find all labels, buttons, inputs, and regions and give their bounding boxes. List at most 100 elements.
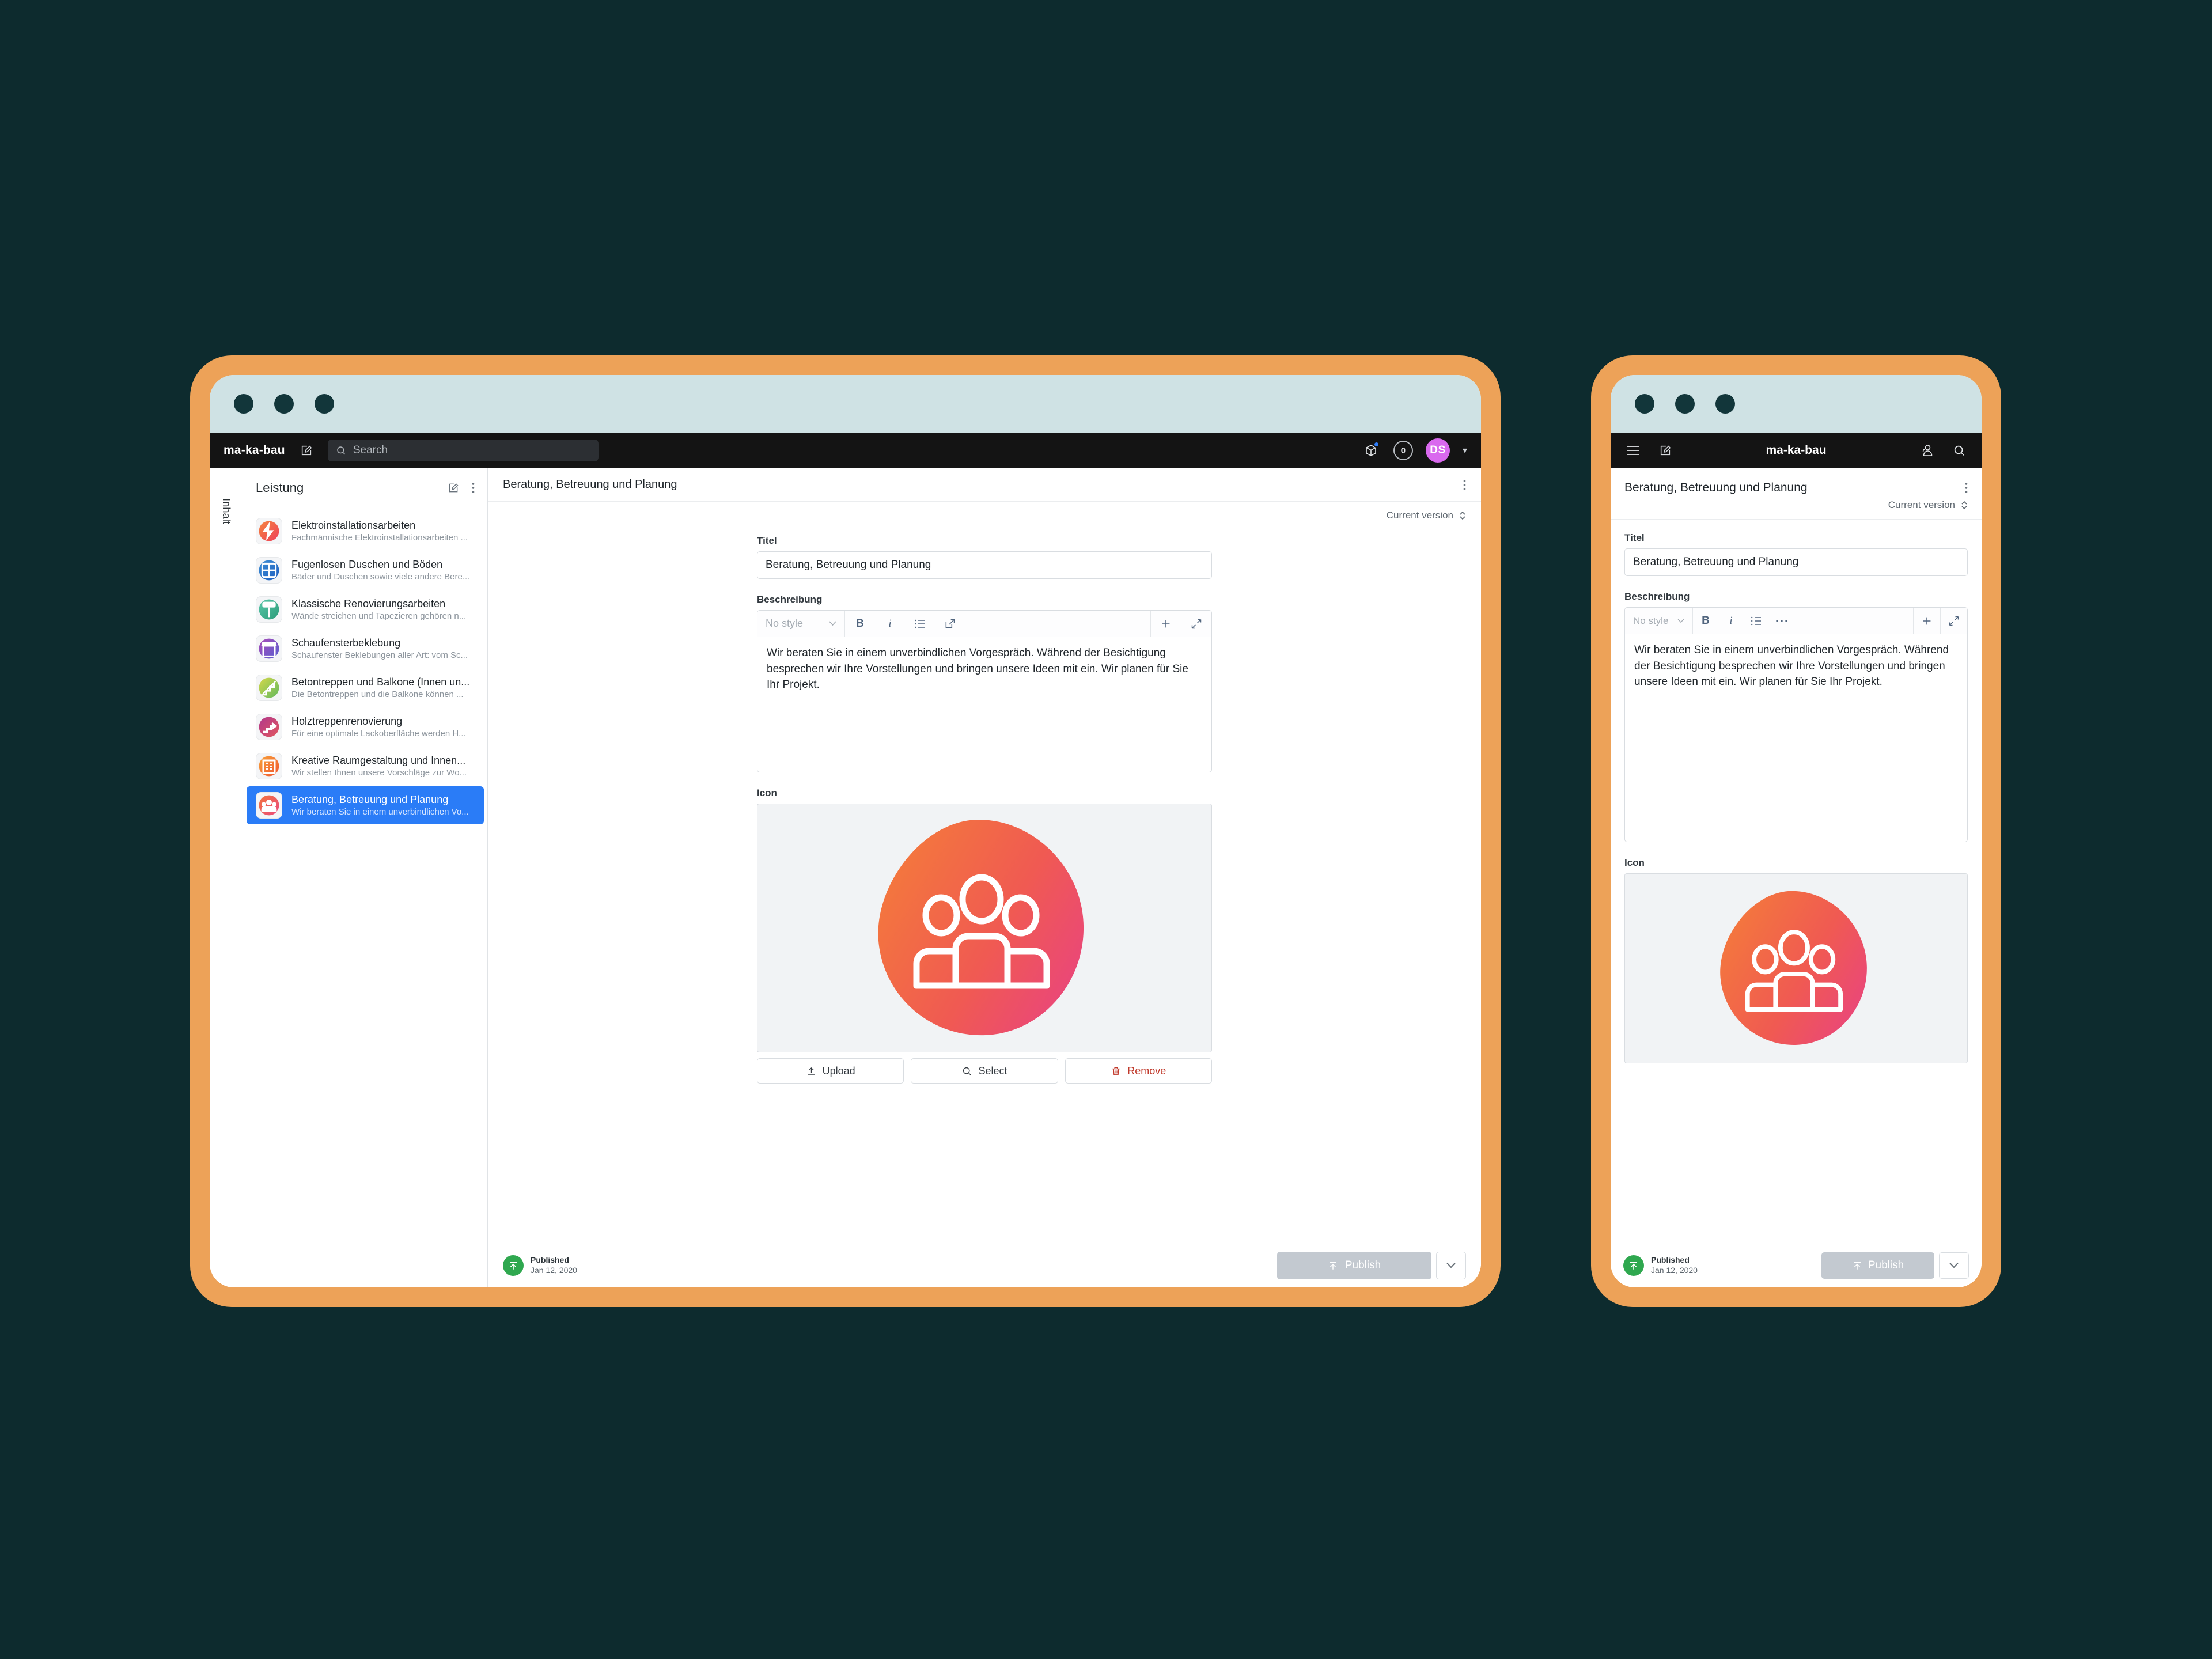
external-link-icon[interactable] bbox=[935, 611, 965, 637]
sidebar-item-selected[interactable]: Beratung, Betreuung und Planung Wir berat… bbox=[247, 786, 484, 824]
sidebar-header: Leistung bbox=[243, 468, 487, 507]
compose-icon[interactable] bbox=[297, 441, 316, 460]
publish-date: Jan 12, 2020 bbox=[531, 1265, 577, 1275]
bold-button[interactable]: B bbox=[1693, 608, 1718, 634]
media-action-buttons: Upload Select Remove bbox=[757, 1058, 1212, 1084]
icon-preview[interactable] bbox=[757, 804, 1212, 1052]
style-dropdown[interactable]: No style bbox=[1625, 608, 1693, 634]
page-title: Beratung, Betreuung und Planung bbox=[1624, 481, 1808, 494]
title-input[interactable]: Beratung, Betreuung und Planung bbox=[1624, 548, 1968, 576]
desktop-window-titlebar bbox=[210, 375, 1481, 433]
page-title: Beratung, Betreuung und Planung bbox=[503, 478, 677, 491]
window-maximize-dot[interactable] bbox=[1715, 394, 1735, 414]
sidebar-item-title: Kreative Raumgestaltung und Innen... bbox=[291, 754, 466, 766]
chevron-updown-icon bbox=[1961, 500, 1968, 510]
description-field-label: Beschreibung bbox=[757, 594, 823, 605]
bullet-list-icon[interactable] bbox=[905, 611, 935, 637]
mobile-window-titlebar bbox=[1611, 375, 1982, 433]
people-blob-image bbox=[1720, 891, 1867, 1045]
icon-preview[interactable] bbox=[1624, 873, 1968, 1063]
italic-button[interactable]: i bbox=[1718, 608, 1744, 634]
window-maximize-dot[interactable] bbox=[315, 394, 334, 414]
window-minimize-dot[interactable] bbox=[1675, 394, 1695, 414]
sidebar-item[interactable]: Elektroinstallationsarbeiten Fachmännisch… bbox=[247, 512, 484, 550]
version-label: Current version bbox=[1888, 499, 1955, 510]
window-minimize-dot[interactable] bbox=[274, 394, 294, 414]
sidebar-item-title: Fugenlosen Duschen und Böden bbox=[291, 558, 443, 570]
expand-icon[interactable] bbox=[1181, 611, 1211, 637]
window-close-dot[interactable] bbox=[1635, 394, 1654, 414]
description-textarea[interactable]: Wir beraten Sie in einem unverbindlichen… bbox=[757, 637, 1211, 772]
sidebar-item[interactable]: Schaufensterbeklebung Schaufenster Bekleb… bbox=[247, 630, 484, 668]
kebab-menu-icon[interactable] bbox=[472, 482, 475, 494]
bold-button[interactable]: B bbox=[845, 611, 875, 637]
upload-button[interactable]: Upload bbox=[757, 1058, 904, 1084]
italic-button[interactable]: i bbox=[875, 611, 905, 637]
plus-icon[interactable] bbox=[1151, 611, 1181, 637]
search-icon[interactable] bbox=[1949, 441, 1969, 460]
richtext-toolbar: No style B i bbox=[1625, 608, 1967, 634]
rail-label-inhalt[interactable]: Inhalt bbox=[220, 498, 232, 524]
user-group-icon[interactable] bbox=[1917, 441, 1937, 460]
notification-count-badge[interactable]: 0 bbox=[1393, 441, 1413, 460]
ellipsis-icon[interactable] bbox=[1769, 608, 1794, 634]
publish-status: Published Jan 12, 2020 bbox=[1623, 1255, 1698, 1276]
icon-field-label: Icon bbox=[1624, 857, 1645, 868]
publish-up-icon bbox=[1852, 1260, 1862, 1271]
publish-up-icon bbox=[1623, 1255, 1644, 1276]
storefront-icon bbox=[256, 635, 282, 662]
search-icon bbox=[336, 445, 346, 456]
sidebar-item-subtitle: Die Betontreppen und die Balkone können … bbox=[291, 690, 464, 699]
sidebar-item-subtitle: Fachmännische Elektroinstallationsarbeit… bbox=[291, 533, 468, 543]
plus-icon[interactable] bbox=[1914, 608, 1940, 634]
search-input[interactable]: Search bbox=[327, 440, 599, 461]
version-selector[interactable]: Current version bbox=[1611, 497, 1982, 520]
mobile-app-header: ma-ka-bau bbox=[1611, 433, 1982, 468]
expand-icon[interactable] bbox=[1941, 608, 1967, 634]
compose-icon[interactable] bbox=[1656, 441, 1675, 460]
description-textarea[interactable]: Wir beraten Sie in einem unverbindlichen… bbox=[1625, 634, 1967, 842]
kebab-menu-icon[interactable] bbox=[1463, 479, 1466, 491]
sidebar-item[interactable]: Holztreppenrenovierung Für eine optimale … bbox=[247, 708, 484, 746]
chevron-updown-icon bbox=[1459, 510, 1466, 521]
select-button[interactable]: Select bbox=[911, 1058, 1058, 1084]
publish-button[interactable]: Publish bbox=[1277, 1251, 1431, 1279]
kebab-menu-icon[interactable] bbox=[1965, 482, 1968, 494]
package-icon[interactable] bbox=[1361, 441, 1381, 460]
media-button-label: Upload bbox=[822, 1065, 855, 1077]
sidebar-title: Leistung bbox=[256, 480, 304, 495]
publish-options-button[interactable] bbox=[1436, 1251, 1466, 1279]
bullet-list-icon[interactable] bbox=[1744, 608, 1769, 634]
chevron-down-icon bbox=[829, 621, 836, 626]
publish-date: Jan 12, 2020 bbox=[1651, 1265, 1698, 1275]
mobile-device-frame: ma-ka-bau Beratung, Betreuung und Planun… bbox=[1591, 355, 2001, 1307]
content-rail: Inhalt bbox=[210, 468, 243, 1287]
window-close-dot[interactable] bbox=[234, 394, 253, 414]
avatar[interactable]: DS bbox=[1425, 438, 1450, 463]
icon-field-label: Icon bbox=[757, 787, 777, 798]
sidebar-item[interactable]: Kreative Raumgestaltung und Innen... Wir … bbox=[247, 747, 484, 785]
compose-icon[interactable] bbox=[448, 482, 459, 494]
roller-icon bbox=[256, 596, 282, 623]
publish-bar: Published Jan 12, 2020 Publish bbox=[488, 1243, 1481, 1287]
mobile-editor-form: Titel Beratung, Betreuung und Planung Be… bbox=[1611, 520, 1982, 1243]
title-field-label: Titel bbox=[757, 535, 777, 546]
app-brand: ma-ka-bau bbox=[224, 444, 285, 457]
search-placeholder: Search bbox=[353, 444, 388, 456]
sidebar-item[interactable]: Fugenlosen Duschen und Böden Bäder und Du… bbox=[247, 551, 484, 589]
sidebar-item[interactable]: Klassische Renovierungsarbeiten Wände str… bbox=[247, 590, 484, 628]
sidebar-item[interactable]: Betontreppen und Balkone (Innen un... Die… bbox=[247, 669, 484, 707]
stairs-up-icon bbox=[256, 714, 282, 740]
people-icon bbox=[256, 792, 282, 819]
remove-button[interactable]: Remove bbox=[1065, 1058, 1212, 1084]
status-badge: Published bbox=[531, 1255, 569, 1264]
publish-options-button[interactable] bbox=[1939, 1252, 1969, 1279]
title-input[interactable]: Beratung, Betreuung und Planung bbox=[757, 551, 1212, 579]
description-richtext-editor: No style B i Wir beraten Sie in einem un… bbox=[757, 610, 1212, 772]
style-dropdown[interactable]: No style bbox=[757, 611, 845, 637]
publish-button[interactable]: Publish bbox=[1821, 1252, 1934, 1279]
chevron-down-icon[interactable]: ▾ bbox=[1463, 445, 1467, 456]
hamburger-menu-icon[interactable] bbox=[1623, 441, 1643, 460]
version-selector[interactable]: Current version bbox=[488, 502, 1481, 526]
editor-header: Beratung, Betreuung und Planung bbox=[488, 468, 1481, 502]
